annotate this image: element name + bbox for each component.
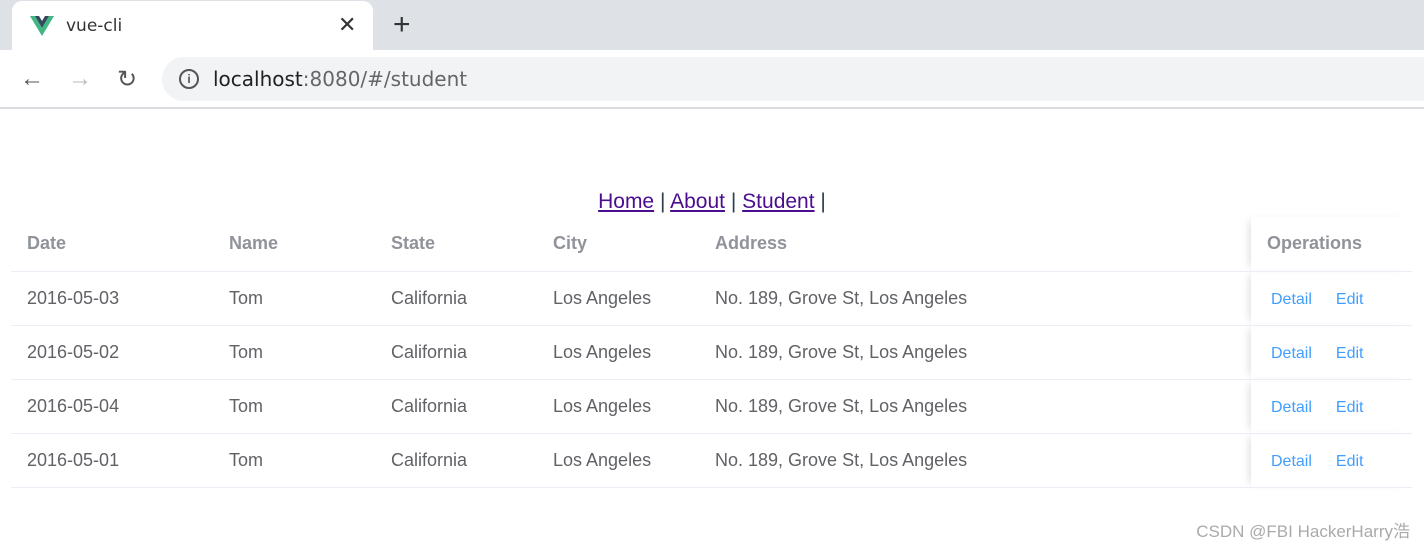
table-row: 2016-05-03 Tom California Los Angeles No. 18… — [11, 271, 1412, 326]
edit-button[interactable]: Edit — [1336, 399, 1364, 416]
cell-address: No. 189, Grove St, Los Angeles — [699, 433, 1251, 488]
back-icon[interactable]: ← — [20, 65, 44, 93]
cell-address: No. 189, Grove St, Los Angeles — [699, 271, 1251, 326]
cell-date: 2016-05-01 — [11, 433, 213, 488]
edit-button[interactable]: Edit — [1336, 291, 1364, 308]
nav-student[interactable]: Student — [742, 190, 814, 213]
cell-name: Tom — [213, 379, 375, 434]
cell-city: Los Angeles — [537, 433, 699, 488]
cell-date: 2016-05-04 — [11, 379, 213, 434]
cell-name: Tom — [213, 271, 375, 326]
cell-date: 2016-05-02 — [11, 325, 213, 380]
tab-title: vue-cli — [66, 16, 123, 36]
cell-city: Los Angeles — [537, 379, 699, 434]
col-date: Date — [11, 217, 213, 272]
student-table: Date Name State City Address Operations … — [11, 217, 1412, 488]
edit-button[interactable]: Edit — [1336, 345, 1364, 362]
cell-operations: Detail Edit — [1251, 433, 1412, 488]
browser-toolbar: ← → ↻ i localhost:8080/#/student — [0, 50, 1424, 109]
cell-operations: Detail Edit — [1251, 325, 1412, 380]
detail-button[interactable]: Detail — [1271, 453, 1312, 470]
cell-state: California — [375, 271, 537, 326]
table-header: Date Name State City Address Operations — [11, 217, 1412, 272]
detail-button[interactable]: Detail — [1271, 291, 1312, 308]
cell-name: Tom — [213, 433, 375, 488]
separator: | — [820, 190, 826, 213]
cell-address: No. 189, Grove St, Los Angeles — [699, 379, 1251, 434]
col-address: Address — [699, 217, 1251, 272]
url-text: localhost:8080/#/student — [213, 67, 468, 91]
browser-tab[interactable]: vue-cli ✕ — [12, 1, 373, 50]
detail-button[interactable]: Detail — [1271, 345, 1312, 362]
table-row: 2016-05-02 Tom California Los Angeles No. 18… — [11, 325, 1412, 380]
tab-bar: vue-cli ✕ + — [0, 0, 1424, 50]
nav-links: Home | About | Student | — [0, 190, 1424, 214]
cell-address: No. 189, Grove St, Los Angeles — [699, 325, 1251, 380]
reload-icon[interactable]: ↻ — [117, 65, 137, 94]
cell-operations: Detail Edit — [1251, 271, 1412, 326]
cell-city: Los Angeles — [537, 325, 699, 380]
forward-icon[interactable]: → — [68, 65, 92, 93]
detail-button[interactable]: Detail — [1271, 399, 1312, 416]
separator: | — [659, 190, 666, 213]
col-state: State — [375, 217, 537, 272]
cell-state: California — [375, 325, 537, 380]
nav-home[interactable]: Home — [598, 190, 654, 213]
vue-logo-icon — [30, 16, 54, 36]
new-tab-icon[interactable]: + — [393, 8, 411, 42]
cell-date: 2016-05-03 — [11, 271, 213, 326]
cell-name: Tom — [213, 325, 375, 380]
cell-state: California — [375, 433, 537, 488]
table-row: 2016-05-04 Tom California Los Angeles No. 18… — [11, 379, 1412, 434]
watermark: CSDN @FBI HackerHarry浩 — [1196, 522, 1410, 541]
info-icon[interactable]: i — [179, 69, 199, 89]
table-row: 2016-05-01 Tom California Los Angeles No. 18… — [11, 433, 1412, 488]
address-bar[interactable]: i localhost:8080/#/student — [162, 57, 1424, 101]
cell-state: California — [375, 379, 537, 434]
cell-city: Los Angeles — [537, 271, 699, 326]
separator: | — [730, 190, 737, 213]
cell-operations: Detail Edit — [1251, 379, 1412, 434]
col-city: City — [537, 217, 699, 272]
close-tab-icon[interactable]: ✕ — [338, 12, 356, 38]
col-name: Name — [213, 217, 375, 272]
col-operations: Operations — [1251, 217, 1412, 272]
nav-about[interactable]: About — [670, 190, 725, 213]
edit-button[interactable]: Edit — [1336, 453, 1364, 470]
